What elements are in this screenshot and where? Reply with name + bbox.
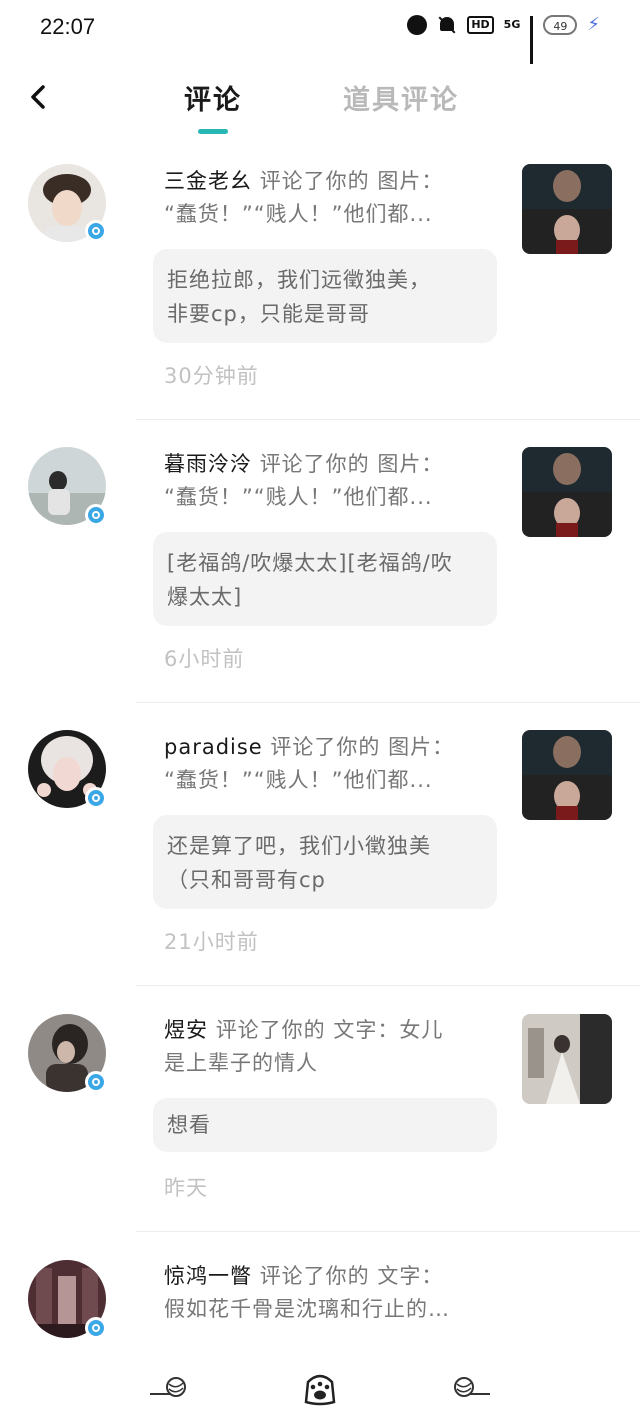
list-item[interactable]: 暮雨泠泠 评论了你的 图片： “蠢货！”“贱人！”他们都... [老福鸽/吹爆太… [0,420,640,703]
target-type: 文字： [377,1264,444,1288]
notification-title: 暮雨泠泠 评论了你的 图片： [164,448,494,481]
target-preview[interactable]: “蠢货！”“贱人！”他们都... [164,198,494,231]
reply-line: 还是算了吧，我们小徵独美 [167,834,431,858]
list-item[interactable]: paradise 评论了你的 图片： “蠢货！”“贱人！”他们都... 还是算了… [0,703,640,986]
action-text: 评论了你的 [259,169,370,193]
action-text: 评论了你的 [259,1264,370,1288]
username[interactable]: 惊鸿一瞥 [164,1264,252,1288]
notification-title: 三金老幺 评论了你的 图片： [164,165,494,198]
tab-prop-comments[interactable]: 道具评论 [343,78,459,117]
username[interactable]: 暮雨泠泠 [164,452,252,476]
notification-title: 惊鸿一瞥 评论了你的 文字： [164,1260,494,1293]
yarn-ball-icon[interactable] [452,1374,492,1398]
post-thumbnail[interactable] [522,1014,612,1104]
tab-comments[interactable]: 评论 [184,78,242,117]
mute-icon [437,15,457,35]
reply-box[interactable]: 想看 [153,1098,497,1152]
thumbnail-image [522,164,612,254]
target-preview[interactable]: 假如花千骨是沈璃和行止的… [164,1293,494,1326]
back-arrow-icon[interactable] [28,84,50,110]
hd-icon: HD [467,15,494,34]
header: 评论 道具评论 [0,58,640,140]
paw-icon[interactable] [302,1368,338,1406]
target-preview[interactable]: 是上辈子的情人 [164,1047,494,1080]
reply-line: 拒绝拉郎，我们远徵独美， [167,268,431,292]
username[interactable]: paradise [164,735,263,759]
alarm-icon [407,14,428,35]
post-thumbnail[interactable] [522,164,612,254]
list-item[interactable]: 惊鸿一瞥 评论了你的 文字： 假如花千骨是沈璃和行止的… [0,1232,640,1346]
comment-badge-icon [85,1317,107,1339]
list-item[interactable]: 煜安 评论了你的 文字：女儿 是上辈子的情人 想看 昨天 [0,986,640,1232]
timestamp: 30分钟前 [164,364,259,388]
reply-line: 想看 [167,1113,211,1137]
reply-box[interactable]: 拒绝拉郎，我们远徵独美， 非要cp，只能是哥哥 [153,249,497,343]
reply-line: 非要cp，只能是哥哥 [167,302,370,326]
target-type: 图片： [377,169,444,193]
list-item[interactable]: 三金老幺 评论了你的 图片： “蠢货！”“贱人！”他们都... 拒绝拉郎，我们远… [0,140,640,419]
timestamp: 昨天 [164,1176,208,1200]
thumbnail-image [522,730,612,820]
username[interactable]: 煜安 [164,1018,208,1042]
action-text: 评论了你的 [270,735,381,759]
status-time: 22:07 [40,14,96,39]
reply-line: 爆太太] [167,585,243,609]
thumbnail-image [522,1014,612,1104]
notification-title: 煜安 评论了你的 文字：女儿 [164,1014,494,1047]
signal-icon [530,15,534,64]
network-type-label: 5G [503,18,521,31]
target-preview[interactable]: 女儿 [399,1018,443,1042]
status-icons: HD 5G 49 ⚡ [407,14,600,64]
reply-box[interactable]: 还是算了吧，我们小徵独美 （只和哥哥有cp [153,815,497,909]
timestamp: 6小时前 [164,647,245,671]
timestamp: 21小时前 [164,930,259,954]
charging-icon: ⚡ [587,14,600,35]
bottom-nav [0,1346,640,1428]
target-preview[interactable]: “蠢货！”“贱人！”他们都... [164,764,494,797]
comment-badge-icon [85,220,107,242]
notification-title: paradise 评论了你的 图片： [164,731,494,764]
post-thumbnail[interactable] [522,447,612,537]
comment-badge-icon [85,1071,107,1093]
thumbnail-image [522,447,612,537]
battery-icon: 49 [543,14,578,35]
reply-line: [老福鸽/吹爆太太][老福鸽/吹 [167,551,453,575]
target-type: 图片： [388,735,455,759]
post-thumbnail[interactable] [522,730,612,820]
comment-badge-icon [85,504,107,526]
reply-box[interactable]: [老福鸽/吹爆太太][老福鸽/吹 爆太太] [153,532,497,626]
target-type: 图片： [377,452,444,476]
status-bar: 22:07 HD 5G 49 ⚡ [0,0,640,64]
active-tab-indicator [198,129,228,134]
username[interactable]: 三金老幺 [164,169,252,193]
reply-line: （只和哥哥有cp [167,868,326,892]
comment-badge-icon [85,787,107,809]
yarn-ball-icon[interactable] [148,1374,188,1398]
target-type: 文字： [333,1018,400,1042]
action-text: 评论了你的 [215,1018,326,1042]
target-preview[interactable]: “蠢货！”“贱人！”他们都... [164,481,494,514]
action-text: 评论了你的 [259,452,370,476]
